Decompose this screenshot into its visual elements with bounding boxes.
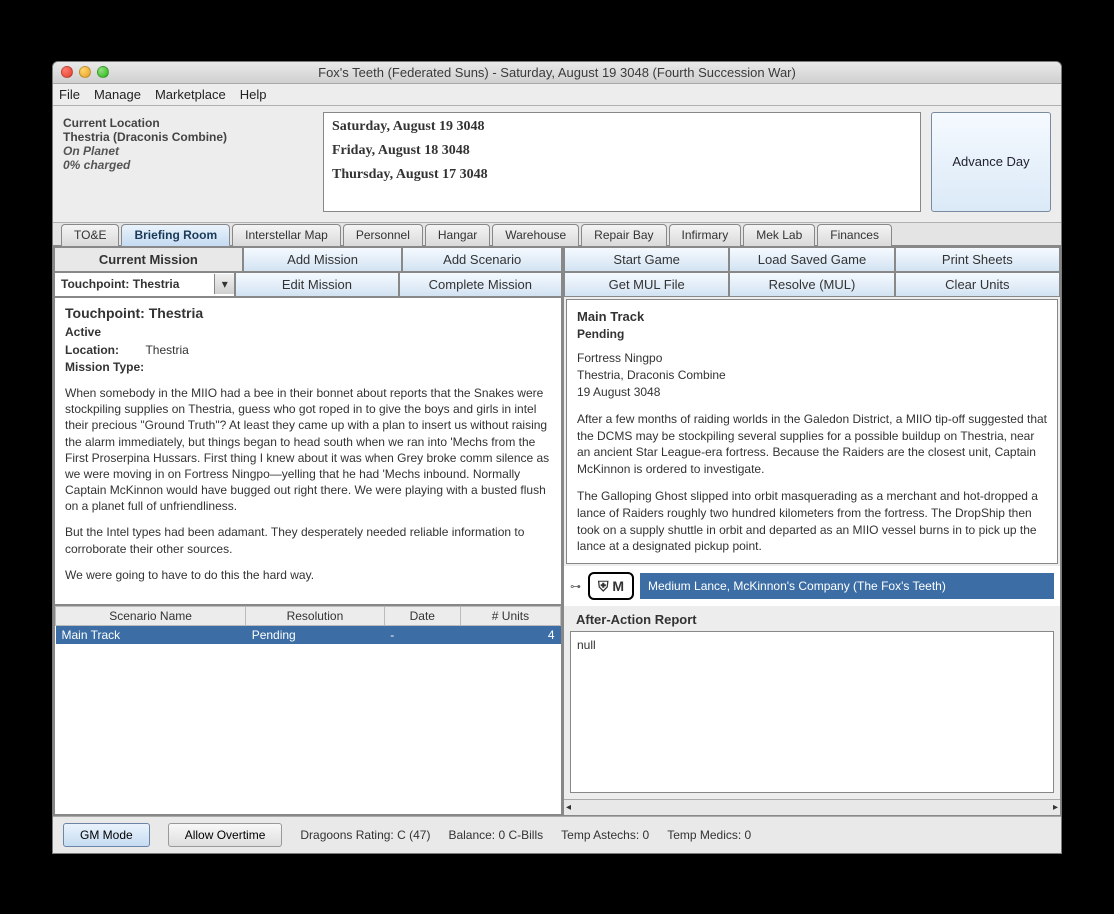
current-mission-label: Current Mission xyxy=(54,247,243,272)
load-game-button[interactable]: Load Saved Game xyxy=(729,247,894,272)
scroll-right-icon[interactable]: ▸ xyxy=(1053,802,1058,813)
get-mul-button[interactable]: Get MUL File xyxy=(564,272,729,297)
mission-title: Touchpoint: Thestria xyxy=(65,304,551,323)
main-tabs: TO&E Briefing Room Interstellar Map Pers… xyxy=(53,223,1061,246)
tree-toggle-icon[interactable]: ⊶ xyxy=(570,580,582,593)
track-l3: 19 August 3048 xyxy=(577,384,1047,401)
track-p1: After a few months of raiding worlds in … xyxy=(577,411,1047,478)
allow-overtime-button[interactable]: Allow Overtime xyxy=(168,823,283,847)
content-area: Current Mission Add Mission Add Scenario… xyxy=(53,246,1061,816)
track-title: Main Track xyxy=(577,308,1047,326)
right-pane: Start Game Load Saved Game Print Sheets … xyxy=(563,246,1061,816)
track-l2: Thestria, Draconis Combine xyxy=(577,367,1047,384)
th-scenario[interactable]: Scenario Name xyxy=(56,606,246,625)
menu-manage[interactable]: Manage xyxy=(94,87,141,102)
location-heading: Current Location xyxy=(63,116,313,130)
temp-astechs: Temp Astechs: 0 xyxy=(561,828,649,842)
log-entry: Friday, August 18 3048 xyxy=(332,143,912,159)
tab-finances[interactable]: Finances xyxy=(817,224,892,246)
tab-personnel[interactable]: Personnel xyxy=(343,224,423,246)
resolve-mul-button[interactable]: Resolve (MUL) xyxy=(729,272,894,297)
mission-status: Active xyxy=(65,324,551,340)
scenario-table[interactable]: Scenario Name Resolution Date # Units Ma… xyxy=(54,605,562,815)
titlebar: Fox's Teeth (Federated Suns) - Saturday,… xyxy=(53,62,1061,84)
tab-hangar[interactable]: Hangar xyxy=(425,224,490,246)
log-entry: Thursday, August 17 3048 xyxy=(332,167,912,183)
zoom-icon[interactable] xyxy=(97,66,109,78)
statusbar: GM Mode Allow Overtime Dragoons Rating: … xyxy=(53,816,1061,853)
advance-day-button[interactable]: Advance Day xyxy=(931,112,1051,212)
tab-toe[interactable]: TO&E xyxy=(61,224,119,246)
tab-briefing[interactable]: Briefing Room xyxy=(121,224,230,246)
mission-p2: But the Intel types had been adamant. Th… xyxy=(65,524,551,556)
menu-help[interactable]: Help xyxy=(240,87,267,102)
lance-icon: ⛨ M xyxy=(588,572,634,600)
aar-label: After-Action Report xyxy=(564,606,1060,627)
scroll-left-icon[interactable]: ◂ xyxy=(566,802,571,813)
track-p2: The Galloping Ghost slipped into orbit m… xyxy=(577,488,1047,555)
left-pane: Current Mission Add Mission Add Scenario… xyxy=(53,246,563,816)
add-scenario-button[interactable]: Add Scenario xyxy=(402,247,562,272)
aar-value: null xyxy=(577,638,596,652)
mission-p3: We were going to have to do this the har… xyxy=(65,567,551,583)
traffic-lights xyxy=(61,66,109,78)
temp-medics: Temp Medics: 0 xyxy=(667,828,751,842)
complete-mission-button[interactable]: Complete Mission xyxy=(399,272,562,297)
table-row[interactable]: Main Track Pending - 4 xyxy=(56,625,561,644)
edit-mission-button[interactable]: Edit Mission xyxy=(235,272,398,297)
tab-meklab[interactable]: Mek Lab xyxy=(743,224,815,246)
clear-units-button[interactable]: Clear Units xyxy=(895,272,1060,297)
menubar: File Manage Marketplace Help xyxy=(53,84,1061,106)
mission-type-label: Mission Type: xyxy=(65,359,551,375)
location-charge: 0% charged xyxy=(63,158,313,172)
tab-repair[interactable]: Repair Bay xyxy=(581,224,666,246)
close-icon[interactable] xyxy=(61,66,73,78)
top-panel: Current Location Thestria (Draconis Comb… xyxy=(53,106,1061,223)
track-l1: Fortress Ningpo xyxy=(577,350,1047,367)
dragoons-rating: Dragoons Rating: C (47) xyxy=(300,828,430,842)
aar-box[interactable]: null xyxy=(570,631,1054,792)
track-box: Main Track Pending Fortress Ningpo Thest… xyxy=(566,299,1058,565)
th-resolution[interactable]: Resolution xyxy=(246,606,385,625)
menu-marketplace[interactable]: Marketplace xyxy=(155,87,226,102)
mission-dropdown-value: Touchpoint: Thestria xyxy=(55,274,214,294)
balance: Balance: 0 C-Bills xyxy=(448,828,543,842)
track-status: Pending xyxy=(577,326,1047,343)
mission-dropdown[interactable]: Touchpoint: Thestria ▾ xyxy=(54,272,235,297)
app-window: Fox's Teeth (Federated Suns) - Saturday,… xyxy=(52,61,1062,854)
add-mission-button[interactable]: Add Mission xyxy=(243,247,403,272)
mission-loc-label: Location: xyxy=(65,343,119,357)
minimize-icon[interactable] xyxy=(79,66,91,78)
window-title: Fox's Teeth (Federated Suns) - Saturday,… xyxy=(53,65,1061,80)
unit-label[interactable]: Medium Lance, McKinnon's Company (The Fo… xyxy=(640,573,1054,599)
location-place: Thestria (Draconis Combine) xyxy=(63,130,313,144)
tab-infirmary[interactable]: Infirmary xyxy=(669,224,742,246)
day-log[interactable]: Saturday, August 19 3048 Friday, August … xyxy=(323,112,921,212)
menu-file[interactable]: File xyxy=(59,87,80,102)
horizontal-scrollbar[interactable]: ◂ ▸ xyxy=(564,799,1060,815)
th-date[interactable]: Date xyxy=(384,606,460,625)
location-block: Current Location Thestria (Draconis Comb… xyxy=(63,112,313,212)
log-entry: Saturday, August 19 3048 xyxy=(332,119,912,135)
mission-p1: When somebody in the MIIO had a bee in t… xyxy=(65,385,551,515)
print-sheets-button[interactable]: Print Sheets xyxy=(895,247,1060,272)
start-game-button[interactable]: Start Game xyxy=(564,247,729,272)
tab-warehouse[interactable]: Warehouse xyxy=(492,224,579,246)
gm-mode-button[interactable]: GM Mode xyxy=(63,823,150,847)
unit-row[interactable]: ⊶ ⛨ M Medium Lance, McKinnon's Company (… xyxy=(564,566,1060,606)
mission-description[interactable]: Touchpoint: Thestria Active Location: Th… xyxy=(54,297,562,605)
chevron-down-icon[interactable]: ▾ xyxy=(214,274,234,294)
mission-loc-value: Thestria xyxy=(145,343,188,357)
location-status: On Planet xyxy=(63,144,313,158)
tab-map[interactable]: Interstellar Map xyxy=(232,224,341,246)
th-units[interactable]: # Units xyxy=(460,606,560,625)
